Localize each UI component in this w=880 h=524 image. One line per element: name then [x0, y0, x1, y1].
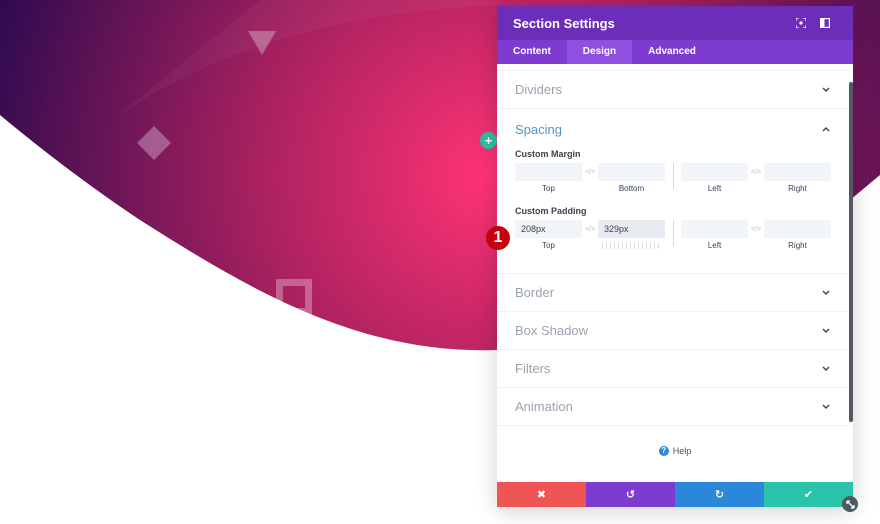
margin-right-input[interactable]: [764, 163, 831, 181]
link-icon[interactable]: </>: [582, 163, 598, 181]
cancel-button[interactable]: ✖: [497, 482, 586, 507]
triangle-decoration: [248, 31, 276, 55]
custom-padding-label: Custom Padding: [515, 206, 587, 216]
tab-content[interactable]: Content: [497, 40, 567, 64]
chevron-down-icon: [821, 85, 831, 95]
redo-icon: ↻: [714, 489, 725, 501]
modal-footer: ✖ ↺ ↻ ✔: [497, 482, 853, 507]
redo-button[interactable]: ↻: [675, 482, 764, 507]
custom-margin-label: Custom Margin: [515, 149, 581, 159]
undo-button[interactable]: ↺: [586, 482, 675, 507]
chevron-up-icon: [821, 124, 831, 134]
tab-advanced[interactable]: Advanced: [632, 40, 712, 64]
margin-top-label: Top: [542, 184, 555, 193]
modal-header: Section Settings: [497, 6, 853, 40]
toggle-spacing: Spacing Custom Margin Top </> Bottom Lef…: [497, 109, 853, 274]
toggle-filters[interactable]: Filters: [497, 350, 853, 388]
margin-top-input[interactable]: [515, 163, 582, 181]
margin-bottom-input[interactable]: [598, 163, 665, 181]
link-icon[interactable]: </>: [582, 220, 598, 238]
toggle-title: Filters: [515, 361, 551, 376]
margin-right-label: Right: [788, 184, 807, 193]
custom-padding-row: Top </> Left </> Right: [515, 220, 835, 251]
field-divider: [673, 163, 674, 189]
padding-left-input[interactable]: [681, 220, 748, 238]
toggle-dividers[interactable]: Dividers: [497, 71, 853, 109]
checkmark-icon: ✔: [803, 489, 814, 501]
settings-tabs: Content Design Advanced: [497, 40, 853, 64]
padding-left-label: Left: [707, 241, 722, 250]
link-icon[interactable]: </>: [748, 220, 764, 238]
margin-left-input[interactable]: [681, 163, 748, 181]
toggle-title: Dividers: [515, 82, 562, 97]
help-label: Help: [672, 446, 692, 456]
page-canvas: + 1 Section Settings Content Design Adva…: [0, 0, 880, 524]
chevron-down-icon: [821, 402, 831, 412]
modal-title: Section Settings: [513, 15, 615, 31]
padding-bottom-slider[interactable]: [601, 243, 662, 249]
undo-icon: ↺: [625, 489, 636, 501]
chevron-down-icon: [821, 364, 831, 374]
padding-top-label: Top: [542, 241, 555, 250]
padding-top-input[interactable]: [515, 220, 582, 238]
add-row-button[interactable]: +: [480, 132, 497, 149]
tab-design[interactable]: Design: [566, 40, 633, 64]
toggle-box-shadow[interactable]: Box Shadow: [497, 312, 853, 350]
toggle-title: Animation: [515, 399, 573, 414]
chevron-down-icon: [821, 288, 831, 298]
toggle-border[interactable]: Border: [497, 274, 853, 312]
padding-bottom-input[interactable]: [598, 220, 665, 238]
scrollbar[interactable]: [849, 82, 853, 422]
help-link[interactable]: ? Help: [497, 426, 853, 476]
annotation-number-badge: 1: [486, 226, 510, 250]
toggle-title: Spacing: [515, 121, 562, 137]
resize-icon: [845, 499, 855, 509]
square-outline-decoration: [276, 279, 312, 315]
link-icon[interactable]: </>: [748, 163, 764, 181]
padding-right-input[interactable]: [764, 220, 831, 238]
field-divider: [673, 220, 674, 246]
settings-body: Dividers Spacing Custom Margin Top </> B…: [497, 64, 853, 482]
sidebar-toggle-icon[interactable]: [813, 11, 837, 35]
toggle-title: Box Shadow: [515, 323, 588, 338]
custom-margin-row: Top </> Bottom Left </> Right: [515, 163, 835, 194]
padding-right-label: Right: [788, 241, 807, 250]
close-icon: ✖: [536, 489, 547, 501]
spacing-header[interactable]: Spacing: [515, 109, 835, 149]
margin-bottom-label: Bottom: [618, 184, 645, 193]
section-settings-modal: Section Settings Content Design Advanced…: [497, 6, 853, 507]
expand-icon[interactable]: [789, 11, 813, 35]
toggle-animation[interactable]: Animation: [497, 388, 853, 426]
save-button[interactable]: ✔: [764, 482, 853, 507]
help-icon: ?: [658, 446, 669, 456]
resize-handle[interactable]: [842, 496, 858, 512]
chevron-down-icon: [821, 326, 831, 336]
toggle-title: Border: [515, 285, 555, 300]
margin-left-label: Left: [707, 184, 722, 193]
